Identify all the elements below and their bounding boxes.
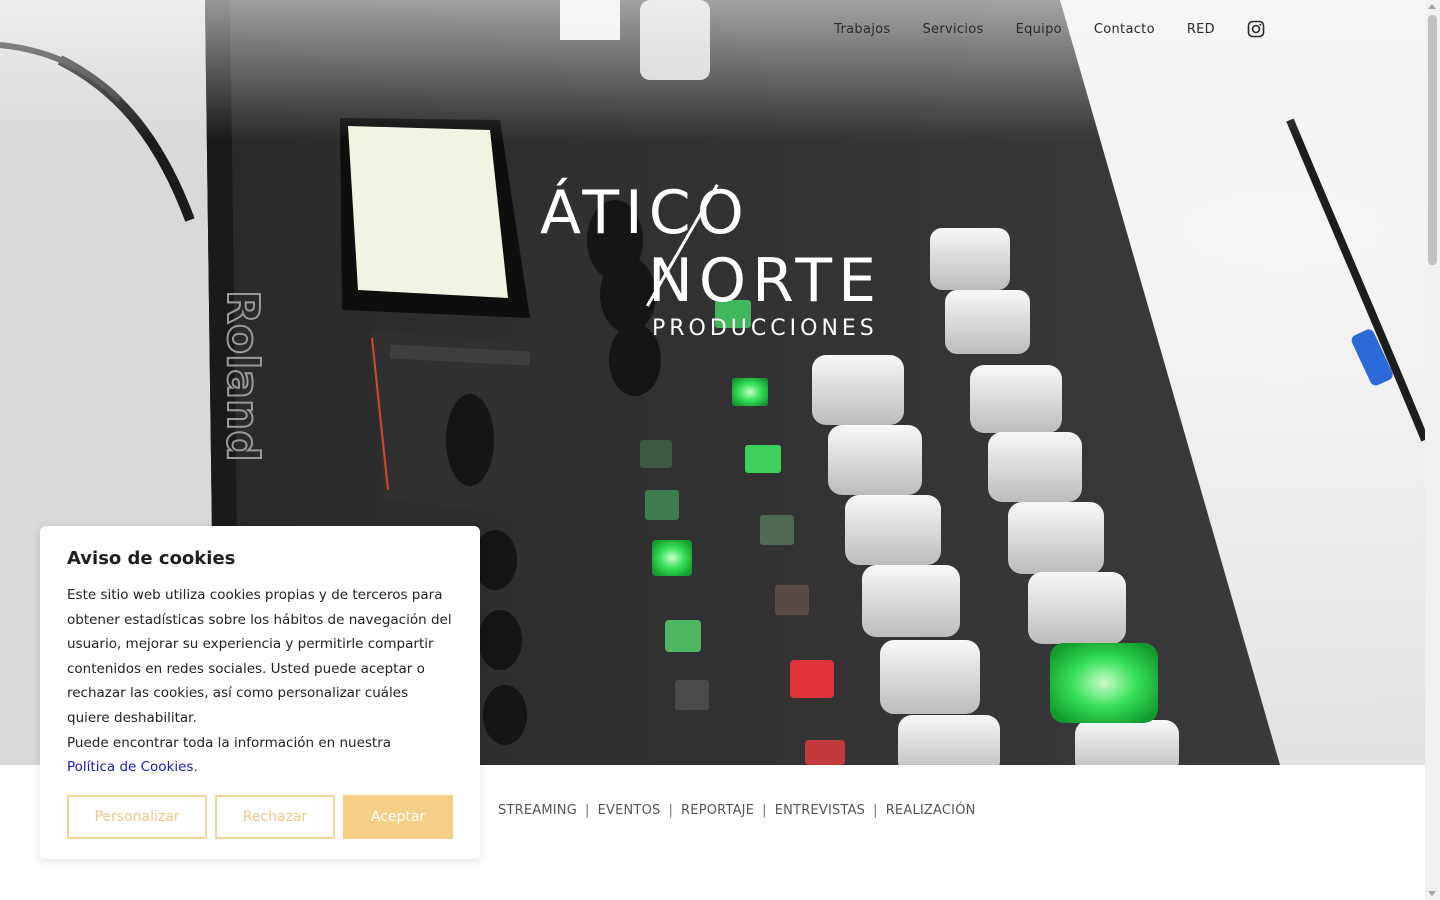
cookie-body: Este sitio web utiliza cookies propias y… — [67, 587, 452, 726]
customize-button[interactable]: Personalizar — [67, 795, 207, 839]
category-filter: STREAMING | EVENTOS | REPORTAJE | ENTREVISTAS |… — [498, 803, 976, 818]
category-eventos[interactable]: EVENTOS — [598, 803, 661, 818]
logo-line-1: ÁTICO — [540, 178, 750, 248]
category-reportaje[interactable]: REPORTAJE — [681, 803, 754, 818]
instagram-icon[interactable] — [1247, 20, 1265, 38]
cookie-info-text: Puede encontrar toda la información en n… — [67, 734, 392, 751]
category-separator: | — [762, 803, 767, 818]
cookie-policy-link[interactable]: Política de Cookies — [67, 759, 193, 775]
nav-trabajos[interactable]: Trabajos — [834, 22, 890, 37]
logo-line-2: NORTE — [648, 246, 882, 316]
nav-red[interactable]: RED — [1187, 22, 1215, 37]
cookie-info: Puede encontrar toda la información en n… — [67, 734, 392, 776]
scroll-down-arrow-icon[interactable] — [1428, 891, 1436, 896]
category-separator: | — [873, 803, 878, 818]
category-separator: | — [668, 803, 674, 818]
cookie-title: Aviso de cookies — [67, 548, 236, 569]
category-entrevistas[interactable]: ENTREVISTAS — [775, 803, 865, 818]
scroll-up-arrow-icon[interactable] — [1428, 4, 1436, 9]
svg-text:Roland: Roland — [217, 290, 268, 462]
category-separator: | — [584, 803, 590, 818]
nav-servicios[interactable]: Servicios — [922, 22, 983, 37]
cookie-banner: Aviso de cookies Este sitio web utiliza … — [40, 526, 480, 859]
accept-button[interactable]: Aceptar — [343, 795, 453, 839]
category-realizacion[interactable]: REALIZACIÓN — [886, 803, 976, 818]
main-nav: Trabajos Servicios Equipo Contacto RED — [834, 20, 1265, 38]
atico-norte-logo[interactable]: ÁTICO NORTE PRODUCCIONES — [540, 178, 890, 348]
logo-line-3: PRODUCCIONES — [652, 316, 878, 341]
category-streaming[interactable]: STREAMING — [498, 803, 577, 818]
cookie-buttons: Personalizar Rechazar Aceptar — [67, 795, 453, 839]
nav-contacto[interactable]: Contacto — [1094, 22, 1155, 37]
reject-button[interactable]: Rechazar — [215, 795, 335, 839]
page-scrollbar[interactable] — [1425, 0, 1440, 900]
nav-equipo[interactable]: Equipo — [1016, 22, 1062, 37]
scrollbar-thumb[interactable] — [1428, 15, 1437, 265]
